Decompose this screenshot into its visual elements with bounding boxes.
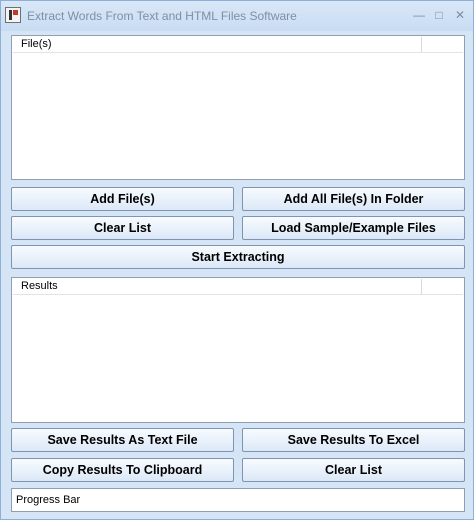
save-results-text-file-button[interactable]: Save Results As Text File <box>11 428 234 452</box>
start-extracting-button[interactable]: Start Extracting <box>11 245 465 269</box>
column-divider <box>421 37 422 52</box>
progress-bar: Progress Bar <box>11 488 465 512</box>
column-divider <box>421 279 422 294</box>
progress-bar-label: Progress Bar <box>16 494 81 506</box>
clear-list-button[interactable]: Clear List <box>11 216 234 240</box>
window-title: Extract Words From Text and HTML Files S… <box>27 9 297 23</box>
results-list-header[interactable]: Results <box>13 279 463 295</box>
load-sample-files-button[interactable]: Load Sample/Example Files <box>242 216 465 240</box>
save-results-excel-button[interactable]: Save Results To Excel <box>242 428 465 452</box>
results-column-label: Results <box>21 280 58 292</box>
minimize-icon[interactable]: — <box>411 7 427 23</box>
maximize-icon[interactable]: □ <box>431 7 447 23</box>
files-column-label: File(s) <box>21 38 52 50</box>
results-list[interactable]: Results <box>11 277 465 423</box>
title-bar[interactable]: Extract Words From Text and HTML Files S… <box>1 1 473 31</box>
clear-results-list-button[interactable]: Clear List <box>242 458 465 482</box>
files-list-header[interactable]: File(s) <box>13 37 463 53</box>
add-files-button[interactable]: Add File(s) <box>11 187 234 211</box>
files-list[interactable]: File(s) <box>11 35 465 180</box>
close-icon[interactable]: ✕ <box>452 7 468 23</box>
app-icon <box>5 7 21 23</box>
add-all-files-in-folder-button[interactable]: Add All File(s) In Folder <box>242 187 465 211</box>
copy-results-clipboard-button[interactable]: Copy Results To Clipboard <box>11 458 234 482</box>
app-window: Extract Words From Text and HTML Files S… <box>0 0 474 520</box>
